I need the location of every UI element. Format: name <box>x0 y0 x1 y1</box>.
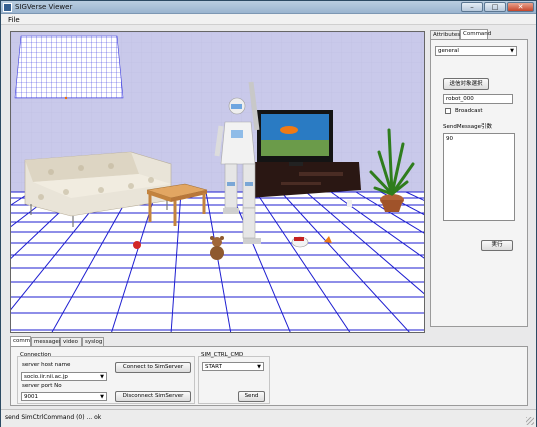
mode-select-value: general <box>438 48 459 54</box>
status-text: send SimCtrlCommand (0) ... ok <box>5 414 102 421</box>
chevron-down-icon: ▼ <box>257 364 261 370</box>
message-arg-textarea[interactable]: 90 <box>443 133 515 221</box>
port-select[interactable]: 9001 ▼ <box>21 392 107 401</box>
main-window: SIGVerse Viewer – □ ✕ File Attributes Co… <box>0 0 537 427</box>
port-value: 9001 <box>24 394 38 400</box>
tab-video[interactable]: video <box>60 337 82 346</box>
toy-truck <box>291 236 309 248</box>
scene-render <box>11 32 424 332</box>
maximize-button[interactable]: □ <box>484 2 506 12</box>
menu-bar: File <box>1 14 536 25</box>
close-button[interactable]: ✕ <box>507 2 534 12</box>
sim-command-value: START <box>205 364 222 370</box>
sim-command-select[interactable]: START ▼ <box>202 362 264 371</box>
mode-select[interactable]: general ▼ <box>435 46 517 56</box>
resize-grip-icon[interactable] <box>526 417 534 425</box>
select-target-button[interactable]: 送信対象選択 <box>443 78 489 90</box>
television <box>257 110 333 166</box>
broadcast-label: Broadcast <box>455 108 483 114</box>
tab-command[interactable]: Command <box>460 29 491 39</box>
minimize-button[interactable]: – <box>461 2 483 12</box>
command-panel: general ▼ 送信対象選択 robot_000 Broadcast Sen… <box>430 39 528 327</box>
window-title: SIGVerse Viewer <box>15 3 73 11</box>
menu-file[interactable]: File <box>8 16 20 24</box>
chevron-down-icon: ▼ <box>100 394 104 400</box>
target-field[interactable]: robot_000 <box>443 94 513 104</box>
chevron-down-icon: ▼ <box>100 374 104 380</box>
host-select[interactable]: socio.iir.nii.ac.jp ▼ <box>21 372 107 381</box>
title-bar[interactable]: SIGVerse Viewer – □ ✕ <box>1 1 536 14</box>
send-button[interactable]: Send <box>238 391 265 402</box>
disconnect-button[interactable]: Disconnect SimServer <box>115 391 191 402</box>
status-bar: send SimCtrlCommand (0) ... ok <box>1 409 536 427</box>
chevron-down-icon: ▼ <box>510 48 514 54</box>
execute-button[interactable]: 実行 <box>481 240 513 251</box>
tab-syslog[interactable]: syslog <box>82 337 104 346</box>
tab-messages[interactable]: messages <box>31 337 62 346</box>
app-icon <box>3 3 12 12</box>
tab-comm[interactable]: comm <box>10 336 31 346</box>
host-label: server host name <box>22 362 71 368</box>
simulation-viewport[interactable] <box>10 31 425 333</box>
comm-panel: Connection server host name socio.iir.ni… <box>10 346 528 406</box>
port-label: server port No <box>22 383 62 389</box>
overhead-minimap <box>14 35 124 100</box>
red-ball <box>133 241 141 249</box>
host-value: socio.iir.nii.ac.jp <box>24 374 68 380</box>
right-panel: Attributes Command general ▼ 送信対象選択 robo… <box>426 26 528 328</box>
broadcast-checkbox[interactable] <box>445 108 451 114</box>
tab-attributes[interactable]: Attributes <box>430 30 460 39</box>
message-arg-label: SendMessage引数 <box>443 124 492 130</box>
connect-button[interactable]: Connect to SimServer <box>115 362 191 373</box>
